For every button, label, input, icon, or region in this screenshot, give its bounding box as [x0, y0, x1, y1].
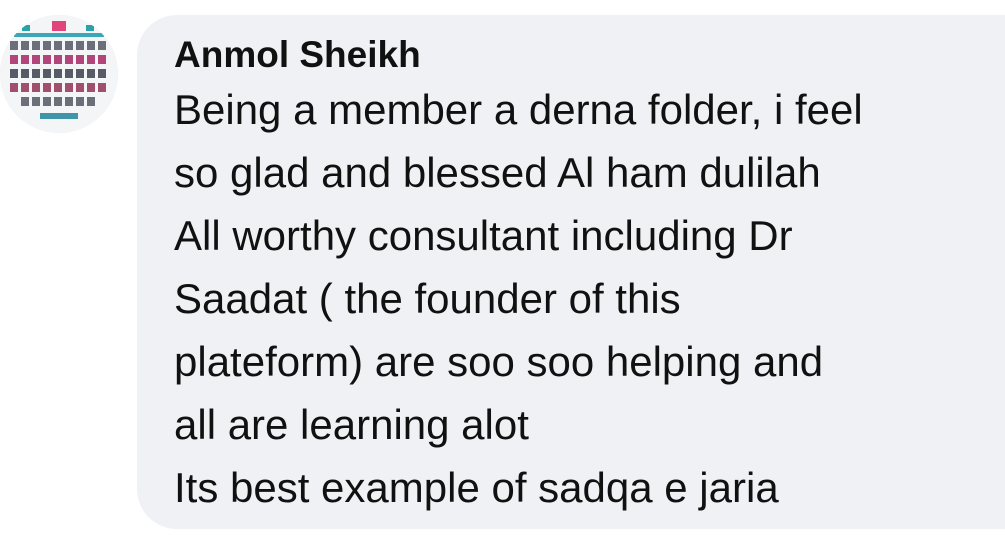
comment-text-line: so glad and blessed Al ham dulilah: [174, 149, 821, 196]
comment-text-line: plateform) are soo soo helping and: [174, 338, 824, 385]
comment-text-line: Being a member a derna folder, i feel: [174, 86, 863, 133]
comment-author-name[interactable]: Anmol Sheikh: [174, 33, 985, 77]
comment-text-line: Saadat ( the founder of this: [174, 275, 681, 322]
comment-text-line: Its best example of sadqa e jaria: [174, 464, 779, 511]
comment-text-line: All worthy consultant including Dr: [174, 212, 793, 259]
comment-bubble: Anmol Sheikh Being a member a derna fold…: [137, 15, 1005, 529]
avatar[interactable]: [0, 15, 118, 133]
comment-text-line: all are learning alot: [174, 401, 529, 448]
profile-collage-icon: [0, 15, 118, 133]
